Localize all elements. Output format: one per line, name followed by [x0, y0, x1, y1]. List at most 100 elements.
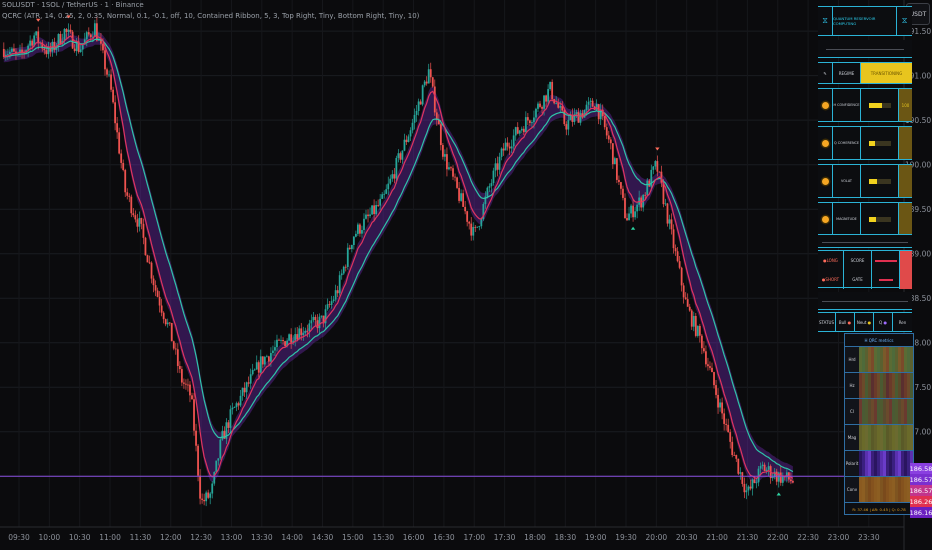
candle-body	[715, 385, 717, 395]
candle-body	[152, 278, 155, 286]
price-badge: 186.57	[909, 474, 932, 485]
candle-body	[340, 273, 343, 276]
x-tick-label: 12:00	[160, 533, 182, 542]
candle-body	[759, 466, 762, 469]
candle-body	[379, 198, 382, 206]
candle-body	[496, 163, 499, 170]
candle-body	[535, 108, 537, 118]
candle-body	[312, 316, 315, 321]
qrc-header: ⧖ QUANTUM RESERVOIR COMPUTING ⧖	[818, 6, 912, 36]
candle-body	[142, 223, 145, 238]
candle-body	[444, 154, 446, 157]
metrics-row: Polarit	[845, 450, 913, 476]
candle-body	[146, 255, 149, 263]
candle-body	[636, 204, 639, 212]
candle-body	[162, 312, 165, 320]
candle-body	[433, 86, 436, 113]
candle-body	[644, 194, 647, 196]
candle-body	[745, 490, 748, 493]
candle-body	[85, 32, 88, 40]
candle-body	[719, 402, 721, 408]
indicator-legend[interactable]: QCRC (ATR, 14, 0.25, 2, 0.35, Normal, 0.…	[2, 12, 419, 20]
candle-body	[300, 328, 303, 336]
candle-body	[2, 48, 5, 57]
metrics-row: Hz	[845, 372, 913, 398]
candle-body	[486, 187, 489, 197]
candle-body	[310, 320, 313, 324]
x-tick-label: 15:00	[342, 533, 364, 542]
candle-body	[172, 341, 175, 349]
candle-body	[508, 146, 511, 149]
candle-body	[510, 146, 513, 149]
metric-label: Q COHERENCE	[833, 127, 861, 159]
candle-body	[156, 290, 159, 297]
candle-body	[215, 460, 218, 472]
candle-body	[696, 325, 699, 336]
metric-value	[899, 165, 912, 197]
candle-body	[476, 226, 479, 228]
metric-value: 100	[899, 89, 912, 121]
candle-body	[69, 29, 72, 32]
price-chart[interactable]: 191.50191.00190.50190.00189.50189.00188.…	[0, 0, 932, 550]
candle-body	[326, 304, 329, 310]
qrc-divider-2	[818, 234, 912, 248]
candle-body	[124, 170, 127, 193]
candle-body	[652, 166, 655, 170]
x-tick-label: 11:00	[99, 533, 121, 542]
candle-body	[110, 74, 112, 90]
candle-body	[280, 339, 282, 341]
candle-body	[779, 472, 782, 483]
candle-body	[140, 217, 143, 224]
candle-body	[547, 89, 550, 102]
candle-body	[389, 178, 392, 184]
candle-body	[132, 213, 135, 216]
x-tick-label: 15:30	[372, 533, 394, 542]
candle-body	[419, 101, 422, 105]
candle-body	[411, 122, 414, 131]
candle-body	[197, 445, 199, 476]
regime-row: ✎ REGIME TRANSITIONING	[818, 62, 912, 84]
candle-body	[705, 351, 707, 365]
candle-body	[154, 285, 157, 291]
brush-icon: ✎	[818, 63, 833, 83]
qrc-metric-row: MAGNITUDE	[818, 202, 912, 236]
score-swatch	[900, 251, 912, 270]
dna-icon-left: ⧖	[818, 7, 833, 35]
candle-body	[357, 224, 359, 234]
qrc-title: QUANTUM RESERVOIR COMPUTING	[833, 7, 897, 35]
status-neut: Neut ●	[855, 313, 874, 331]
candle-body	[733, 455, 736, 456]
metrics-row-label: Mag	[845, 425, 859, 450]
candle-body	[136, 219, 139, 227]
candle-body	[229, 409, 232, 428]
candle-body	[21, 49, 23, 53]
candle-body	[559, 106, 562, 108]
candle-body	[711, 367, 713, 373]
candle-body	[352, 236, 355, 245]
candle-body	[622, 188, 624, 198]
candle-body	[603, 116, 606, 128]
metric-bar-cell	[861, 127, 899, 159]
candle-body	[575, 112, 578, 115]
candle-body	[464, 206, 467, 212]
status-label: STATUS	[818, 313, 836, 331]
candle-body	[448, 167, 450, 170]
chart-title-symbol[interactable]: SOLUSDT · 1SOL / TetherUS · 1 · Binance	[2, 1, 144, 9]
candle-body	[664, 203, 667, 205]
metrics-row: Conv	[845, 476, 913, 502]
candle-body	[63, 29, 66, 41]
candle-body	[211, 483, 214, 494]
candle-body	[120, 153, 123, 163]
price-badge: 186.57	[909, 485, 932, 496]
qrc-panel: ⧖ QUANTUM RESERVOIR COMPUTING ⧖ ✎ REGIME…	[818, 6, 912, 332]
candle-body	[207, 492, 210, 498]
candle-body	[478, 226, 481, 227]
candle-body	[233, 407, 236, 408]
x-tick-label: 12:30	[190, 533, 212, 542]
candle-body	[160, 305, 163, 313]
candle-body	[73, 48, 76, 52]
candle-body	[557, 103, 560, 108]
status-row: STATUS Bull ● Neut ● Q ● Ren	[818, 312, 912, 332]
candle-body	[79, 49, 82, 52]
candle-body	[237, 403, 240, 406]
